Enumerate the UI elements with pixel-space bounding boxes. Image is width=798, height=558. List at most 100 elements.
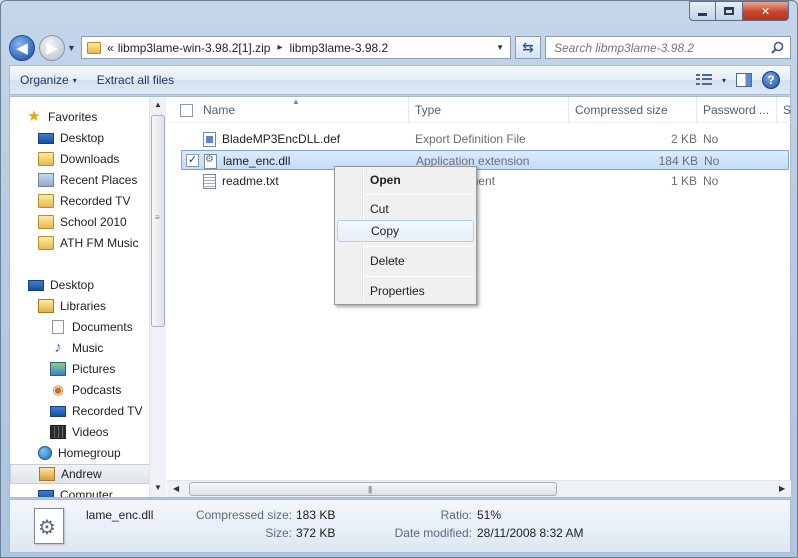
command-bar: Organize ▾ Extract all files ▾ ? (9, 65, 791, 95)
sidebar-item-label: Desktop (60, 131, 105, 145)
context-menu-cut[interactable]: Cut (337, 198, 474, 220)
back-arrow-icon: ◀ (16, 40, 28, 57)
folder-icon (38, 215, 54, 229)
sidebar-item-school-2010[interactable]: School 2010 (38, 212, 157, 232)
user-folder-icon (39, 467, 55, 481)
details-pane: lame_enc.dll Compressed size: 183 KB Siz… (9, 499, 791, 553)
sidebar-item-music[interactable]: ♪ Music (50, 338, 157, 358)
sidebar-item-recorded-tv[interactable]: Recorded TV (38, 191, 157, 211)
column-header-compressed-size[interactable]: Compressed size (569, 97, 697, 123)
music-icon: ♪ (54, 339, 62, 356)
back-button[interactable]: ◀ (9, 35, 35, 61)
context-menu-delete[interactable]: Delete (337, 250, 474, 272)
scroll-left-icon[interactable]: ◀ (173, 484, 179, 493)
sidebar-item-label: Libraries (60, 299, 107, 313)
sidebar-item-label: Recorded TV (60, 194, 131, 208)
sidebar-item-andrew[interactable]: Andrew (10, 464, 157, 484)
sidebar-item-videos[interactable]: Videos (50, 422, 157, 442)
sidebar-item-libraries[interactable]: Libraries (38, 296, 157, 316)
scroll-up-icon[interactable]: ▲ (154, 100, 162, 109)
address-bar[interactable]: « libmp3lame-win-3.98.2[1].zip ▸ libmp3l… (81, 36, 511, 59)
horizontal-scrollbar-thumb[interactable]: ||| (189, 482, 557, 496)
details-date-label: Date modified: (394, 526, 472, 540)
recent-places-icon (38, 173, 54, 187)
sidebar-item-downloads[interactable]: Downloads (38, 149, 157, 169)
details-compressed-size-label: Compressed size: (195, 508, 292, 522)
column-header-password[interactable]: Password ... (697, 97, 777, 123)
sidebar-item-favorites[interactable]: ★ Favorites (26, 107, 157, 127)
breadcrumb-separator[interactable]: ▸ (277, 42, 282, 53)
column-header-type[interactable]: Type (409, 97, 569, 123)
organize-button[interactable]: Organize ▾ (10, 66, 87, 94)
grip-icon: ≡ (155, 213, 160, 222)
column-header-name[interactable]: Name (197, 97, 409, 123)
help-icon[interactable]: ? (762, 71, 780, 89)
search-box[interactable] (545, 36, 791, 59)
extract-all-files-button[interactable]: Extract all files (87, 66, 184, 94)
sidebar-item-pictures[interactable]: Pictures (50, 359, 157, 379)
sidebar-item-label: Desktop (50, 278, 95, 292)
forward-button[interactable]: ▶ (39, 35, 65, 61)
sidebar-item-computer[interactable]: Computer (38, 485, 157, 497)
address-overflow-button[interactable]: « (105, 41, 116, 55)
sort-ascending-icon: ▲ (292, 97, 300, 106)
menu-separator (365, 246, 473, 247)
sidebar-item-desktop-root[interactable]: Desktop (28, 275, 157, 295)
maximize-button[interactable] (716, 1, 743, 21)
scroll-down-icon[interactable]: ▼ (154, 483, 162, 492)
details-ratio: 51% (477, 508, 502, 522)
scrollbar-thumb[interactable]: ≡ (151, 115, 165, 327)
address-dropdown-icon[interactable]: ▼ (496, 43, 504, 52)
sidebar-item-recorded-tv-library[interactable]: Recorded TV (50, 401, 157, 421)
preview-pane-icon[interactable] (736, 73, 752, 87)
file-list: Name ▲ Type Compressed size Password ...… (167, 97, 791, 497)
context-menu: Open Cut Copy Delete Properties (334, 166, 477, 305)
row-checkbox[interactable]: ✓ (186, 154, 199, 167)
maximize-icon (724, 7, 734, 15)
monitor-icon (28, 279, 44, 291)
sidebar-item-ath-fm-music[interactable]: ATH FM Music (38, 233, 157, 253)
context-menu-copy[interactable]: Copy (337, 220, 474, 242)
sidebar-item-label: School 2010 (60, 215, 127, 229)
compressed-size-cell: 184 KB (658, 154, 698, 168)
refresh-button[interactable]: ⇆ (515, 36, 541, 59)
column-headers: Name ▲ Type Compressed size Password ...… (167, 97, 791, 123)
context-menu-open[interactable]: Open (337, 169, 474, 191)
recent-pages-dropdown[interactable]: ▼ (67, 43, 76, 53)
search-input[interactable] (554, 40, 764, 55)
sidebar-item-desktop[interactable]: Desktop (38, 128, 157, 148)
file-name-cell: BladeMP3EncDLL.def (203, 129, 340, 149)
scroll-right-icon[interactable]: ▶ (779, 484, 785, 493)
extract-all-files-label: Extract all files (96, 73, 175, 87)
close-button[interactable]: ✕ (743, 1, 789, 21)
view-options-dropdown[interactable]: ▾ (722, 76, 726, 85)
folder-icon (38, 194, 54, 208)
details-file-name: lame_enc.dll (86, 508, 154, 522)
library-icon (38, 299, 54, 313)
breadcrumb-zip[interactable]: libmp3lame-win-3.98.2[1].zip (116, 41, 273, 55)
sidebar-item-homegroup[interactable]: Homegroup (38, 443, 157, 463)
search-icon[interactable] (771, 41, 784, 54)
folder-icon (87, 41, 101, 54)
horizontal-scrollbar[interactable]: ◀ ||| ▶ (167, 480, 791, 497)
forward-arrow-icon: ▶ (46, 40, 58, 57)
breadcrumb-folder[interactable]: libmp3lame-3.98.2 (287, 41, 390, 55)
table-row[interactable]: ✓ lame_enc.dll Application extension 184… (181, 150, 789, 170)
context-menu-properties[interactable]: Properties (337, 280, 474, 302)
change-view-icon[interactable] (695, 74, 712, 86)
table-row[interactable]: BladeMP3EncDLL.def Export Definition Fil… (181, 129, 789, 149)
sidebar-item-label: Homegroup (58, 446, 121, 460)
sidebar-item-label: Pictures (72, 362, 116, 376)
sidebar-item-podcasts[interactable]: ◉ Podcasts (50, 380, 157, 400)
column-header-size[interactable]: Si (777, 97, 791, 123)
star-icon: ★ (27, 108, 41, 125)
select-all-checkbox[interactable] (180, 104, 193, 117)
sidebar-item-documents[interactable]: Documents (50, 317, 157, 337)
details-compressed-size: 183 KB (296, 508, 336, 522)
table-row[interactable]: readme.txt Text Document 1 KB No (181, 171, 789, 191)
minimize-button[interactable] (689, 1, 716, 21)
navigation-scrollbar[interactable]: ▲ ≡ ▼ (149, 97, 166, 497)
folder-icon (38, 236, 54, 250)
sidebar-item-label: Music (72, 341, 104, 355)
sidebar-item-recent-places[interactable]: Recent Places (38, 170, 157, 190)
